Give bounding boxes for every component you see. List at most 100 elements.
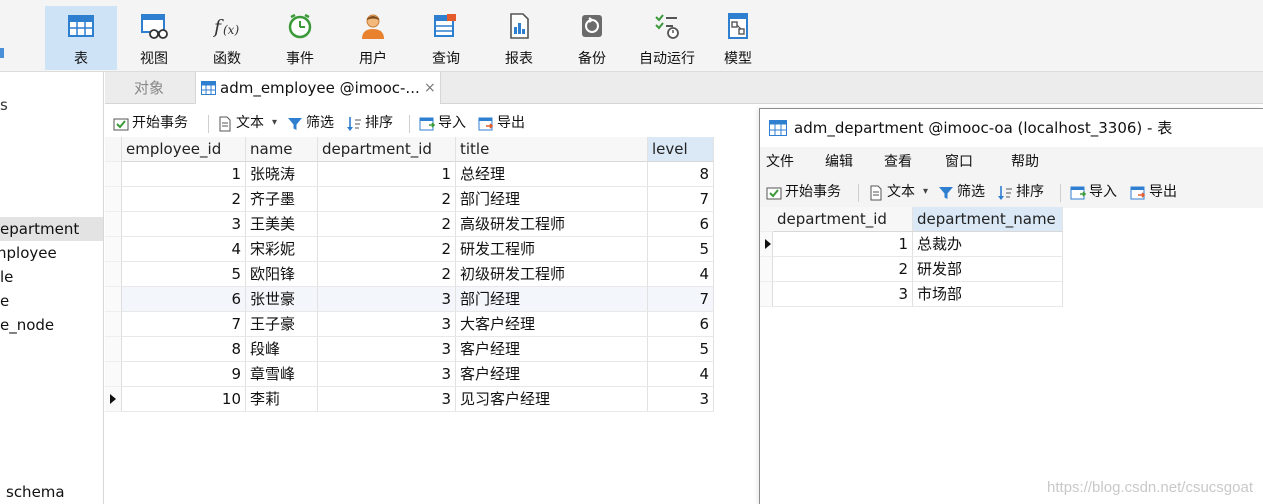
cell-department-id[interactable]: 3 bbox=[318, 312, 456, 337]
cell-department-name[interactable]: 研发部 bbox=[913, 257, 1063, 282]
column-header-level[interactable]: level bbox=[648, 137, 714, 162]
cell-name[interactable]: 张晓涛 bbox=[246, 162, 318, 187]
cell-level[interactable]: 6 bbox=[648, 212, 714, 237]
cell-employee-id[interactable]: 3 bbox=[122, 212, 246, 237]
cell-department-id[interactable]: 3 bbox=[318, 387, 456, 412]
current-row-indicator[interactable] bbox=[105, 387, 122, 412]
row-selector[interactable] bbox=[105, 337, 122, 362]
current-row-indicator[interactable] bbox=[760, 232, 773, 257]
cell-title[interactable]: 总经理 bbox=[456, 162, 648, 187]
sidebar-item-adm-department[interactable]: epartment bbox=[0, 217, 103, 241]
cell-employee-id[interactable]: 5 bbox=[122, 262, 246, 287]
dept-table-window[interactable]: adm_department @imooc-oa (localhost_3306… bbox=[759, 108, 1263, 504]
cell-department-id[interactable]: 3 bbox=[318, 337, 456, 362]
cell-title[interactable]: 大客户经理 bbox=[456, 312, 648, 337]
close-icon[interactable]: × bbox=[424, 72, 436, 104]
toolbar-function-button[interactable]: f (x) 函数 bbox=[191, 6, 263, 70]
sidebar-item-table-3[interactable]: le bbox=[0, 265, 13, 289]
row-selector[interactable] bbox=[105, 312, 122, 337]
cell-department-id[interactable]: 2 bbox=[318, 212, 456, 237]
cell-employee-id[interactable]: 9 bbox=[122, 362, 246, 387]
menu-file[interactable]: 文件 bbox=[766, 147, 794, 177]
cell-title[interactable]: 高级研发工程师 bbox=[456, 212, 648, 237]
cell-name[interactable]: 李莉 bbox=[246, 387, 318, 412]
cell-name[interactable]: 宋彩妮 bbox=[246, 237, 318, 262]
cell-title[interactable]: 见习客户经理 bbox=[456, 387, 648, 412]
menu-window[interactable]: 窗口 bbox=[945, 147, 973, 177]
row-selector[interactable] bbox=[760, 257, 773, 282]
cell-level[interactable]: 4 bbox=[648, 362, 714, 387]
cell-name[interactable]: 欧阳锋 bbox=[246, 262, 318, 287]
cell-level[interactable]: 3 bbox=[648, 387, 714, 412]
cell-department-id[interactable]: 1 bbox=[773, 232, 913, 257]
cell-name[interactable]: 章雪峰 bbox=[246, 362, 318, 387]
column-header-employee-id[interactable]: employee_id bbox=[122, 137, 246, 162]
cell-department-id[interactable]: 3 bbox=[773, 282, 913, 307]
cell-employee-id[interactable]: 1 bbox=[122, 162, 246, 187]
cell-employee-id[interactable]: 7 bbox=[122, 312, 246, 337]
column-header-title[interactable]: title bbox=[456, 137, 648, 162]
toolbar-autorun-button[interactable]: 自动运行 bbox=[629, 6, 705, 70]
row-selector[interactable] bbox=[760, 282, 773, 307]
sidebar-item-table-5[interactable]: e_node bbox=[0, 313, 54, 337]
cell-name[interactable]: 段峰 bbox=[246, 337, 318, 362]
cell-name[interactable]: 王美美 bbox=[246, 212, 318, 237]
cell-level[interactable]: 8 bbox=[648, 162, 714, 187]
cell-employee-id[interactable]: 2 bbox=[122, 187, 246, 212]
cell-title[interactable]: 客户经理 bbox=[456, 337, 648, 362]
tab-objects[interactable]: 对象 bbox=[105, 72, 193, 104]
row-selector[interactable] bbox=[105, 362, 122, 387]
cell-employee-id[interactable]: 10 bbox=[122, 387, 246, 412]
toolbar-event-button[interactable]: 事件 bbox=[264, 6, 336, 70]
cell-title[interactable]: 研发工程师 bbox=[456, 237, 648, 262]
cell-department-id[interactable]: 1 bbox=[318, 162, 456, 187]
cell-employee-id[interactable]: 6 bbox=[122, 287, 246, 312]
row-selector[interactable] bbox=[105, 212, 122, 237]
cell-employee-id[interactable]: 4 bbox=[122, 237, 246, 262]
toolbar-query-button[interactable]: 查询 bbox=[410, 6, 482, 70]
cell-department-id[interactable]: 3 bbox=[318, 362, 456, 387]
column-header-department-name[interactable]: department_name bbox=[913, 207, 1063, 232]
cell-level[interactable]: 5 bbox=[648, 337, 714, 362]
column-header-department-id[interactable]: department_id bbox=[318, 137, 456, 162]
tab-adm-employee[interactable]: adm_employee @imooc-... × bbox=[195, 72, 441, 104]
column-header-name[interactable]: name bbox=[246, 137, 318, 162]
row-selector[interactable] bbox=[105, 162, 122, 187]
column-header-department-id[interactable]: department_id bbox=[773, 207, 913, 232]
menu-help[interactable]: 帮助 bbox=[1011, 147, 1039, 177]
cell-department-id[interactable]: 3 bbox=[318, 287, 456, 312]
cell-level[interactable]: 6 bbox=[648, 312, 714, 337]
cell-department-name[interactable]: 市场部 bbox=[913, 282, 1063, 307]
sidebar-item-schema[interactable]: schema bbox=[6, 480, 65, 504]
row-selector[interactable] bbox=[105, 237, 122, 262]
cell-level[interactable]: 5 bbox=[648, 237, 714, 262]
cell-name[interactable]: 齐子墨 bbox=[246, 187, 318, 212]
cell-department-id[interactable]: 2 bbox=[318, 237, 456, 262]
toolbar-user-button[interactable]: 用户 bbox=[337, 6, 409, 70]
cell-title[interactable]: 部门经理 bbox=[456, 287, 648, 312]
sidebar-item-table-4[interactable]: e bbox=[0, 289, 9, 313]
window-titlebar[interactable]: adm_department @imooc-oa (localhost_3306… bbox=[760, 109, 1263, 147]
toolbar-view-button[interactable]: 视图 bbox=[118, 6, 190, 70]
cell-department-id[interactable]: 2 bbox=[318, 262, 456, 287]
cell-department-id[interactable]: 2 bbox=[773, 257, 913, 282]
cell-level[interactable]: 7 bbox=[648, 187, 714, 212]
cell-level[interactable]: 7 bbox=[648, 287, 714, 312]
row-selector[interactable] bbox=[105, 187, 122, 212]
cell-name[interactable]: 王子豪 bbox=[246, 312, 318, 337]
cell-department-name[interactable]: 总裁办 bbox=[913, 232, 1063, 257]
toolbar-table-button[interactable]: 表 bbox=[45, 6, 117, 70]
toolbar-backup-button[interactable]: 备份 bbox=[556, 6, 628, 70]
row-selector[interactable] bbox=[105, 262, 122, 287]
row-selector[interactable] bbox=[105, 287, 122, 312]
cell-title[interactable]: 部门经理 bbox=[456, 187, 648, 212]
cell-department-id[interactable]: 2 bbox=[318, 187, 456, 212]
cell-title[interactable]: 客户经理 bbox=[456, 362, 648, 387]
cell-level[interactable]: 4 bbox=[648, 262, 714, 287]
cell-employee-id[interactable]: 8 bbox=[122, 337, 246, 362]
toolbar-report-button[interactable]: 报表 bbox=[483, 6, 555, 70]
menu-view[interactable]: 查看 bbox=[884, 147, 912, 177]
cell-title[interactable]: 初级研发工程师 bbox=[456, 262, 648, 287]
cell-name[interactable]: 张世豪 bbox=[246, 287, 318, 312]
menu-edit[interactable]: 编辑 bbox=[825, 147, 853, 177]
